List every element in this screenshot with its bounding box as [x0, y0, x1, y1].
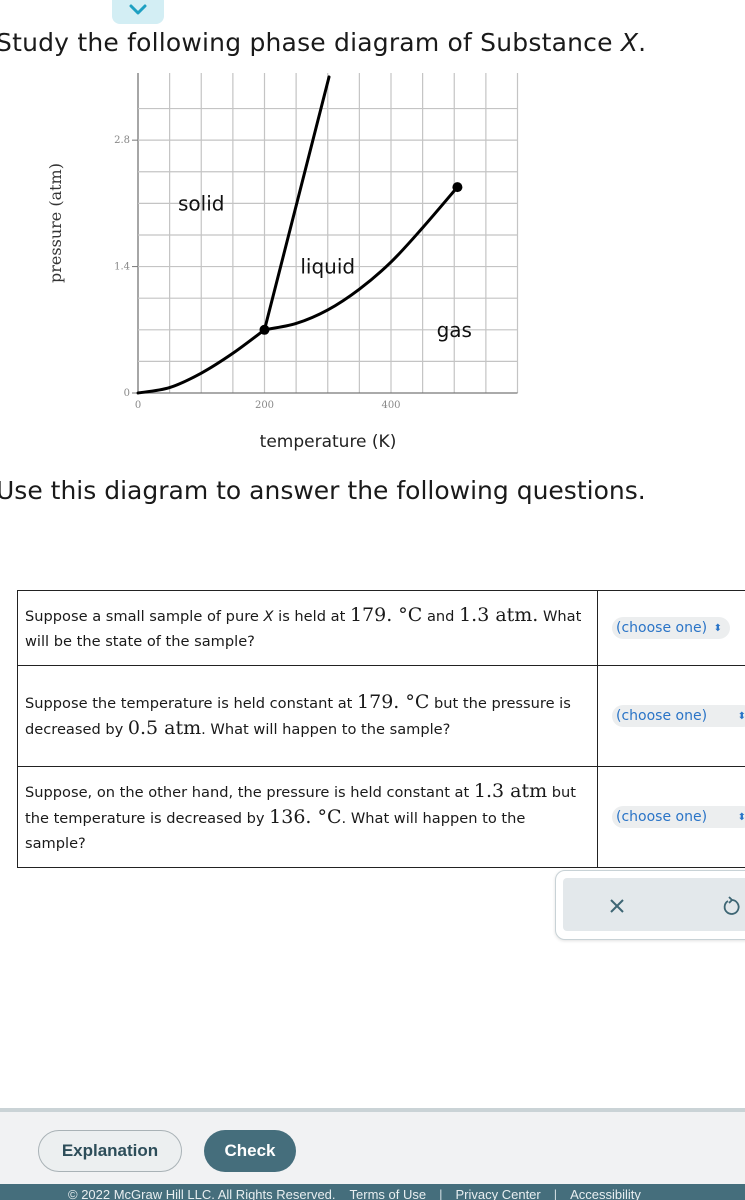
footer: © 2022 McGraw Hill LLC. All Rights Reser…	[0, 1184, 745, 1200]
answer-cell: (choose one) ⬍	[597, 590, 745, 666]
answer-select[interactable]: (choose one) ⬍	[612, 617, 730, 639]
up-down-arrows-icon: ⬍	[713, 622, 722, 634]
region-label-liquid: liquid	[300, 255, 355, 279]
grid	[132, 72, 519, 394]
y-tick-label: 2.8	[114, 135, 130, 146]
chevron-down-icon	[129, 4, 147, 15]
up-down-arrows-icon: ⬍	[737, 710, 745, 722]
separator: |	[553, 1187, 558, 1200]
terms-of-use-link[interactable]: Terms of Use	[350, 1184, 427, 1200]
privacy-center-link[interactable]: Privacy Center	[455, 1184, 540, 1200]
phase-diagram: 0 200 400 0 1.4 2.8 temperature (K) pressure (a…	[0, 70, 560, 460]
answer-select[interactable]: (choose one) ⬍	[612, 705, 745, 727]
x-tick-label: 0	[135, 400, 141, 411]
vaporization-curve	[263, 185, 459, 332]
region-label-solid: solid	[178, 191, 224, 215]
quantity-value: 179. °C	[357, 691, 430, 713]
answer-tools-panel	[563, 878, 745, 931]
undo-icon	[723, 896, 740, 915]
question-row: Suppose, on the other hand, the pressure…	[17, 766, 745, 868]
quantity-value: 1.3 atm	[473, 779, 548, 802]
question-text: Suppose the temperature is held constant…	[17, 665, 598, 767]
accessibility-link[interactable]: Accessibility	[570, 1184, 641, 1200]
question-fragment: X	[263, 607, 274, 625]
answer-cell: (choose one) ⬍	[597, 665, 745, 767]
triple-point-marker	[259, 324, 270, 335]
select-value: (choose one)	[616, 620, 708, 636]
collapse-toggle[interactable]	[112, 0, 164, 24]
question-text: Suppose, on the other hand, the pressure…	[17, 766, 598, 868]
question-fragment: is held at	[273, 607, 350, 625]
up-down-arrows-icon: ⬍	[737, 811, 745, 823]
check-button[interactable]: Check	[204, 1130, 296, 1172]
quantity-value: 136. °C	[269, 805, 342, 828]
region-label-gas: gas	[437, 318, 472, 342]
question-fragment: . What will happen to the sample?	[201, 721, 451, 738]
answer-tools	[555, 870, 745, 940]
quantity-value: 0.5 atm	[127, 717, 202, 739]
question-fragment: Suppose a small sample of pure	[25, 607, 264, 625]
quantity-value: 179. °C	[349, 603, 423, 626]
action-bar: Explanation Check	[0, 1108, 745, 1188]
labels: 0 200 400 0 1.4 2.8 temperature (K) pressure (a…	[46, 135, 472, 452]
undo-button[interactable]	[718, 892, 745, 920]
select-value: (choose one)	[616, 708, 708, 724]
question-fragment: and	[422, 607, 460, 625]
select-value: (choose one)	[616, 809, 708, 825]
question-fragment: Suppose the temperature is held constant…	[25, 695, 358, 712]
answer-select[interactable]: (choose one) ⬍	[612, 806, 745, 828]
answer-cell: (choose one) ⬍	[597, 766, 745, 868]
questions-table: Suppose a small sample of pure X is held…	[17, 590, 745, 868]
critical-point-marker	[452, 182, 463, 193]
x-icon	[610, 899, 624, 913]
question-row: Suppose a small sample of pure X is held…	[17, 590, 745, 666]
question-text: Suppose a small sample of pure X is held…	[17, 590, 598, 666]
y-axis-label: pressure (atm)	[46, 163, 65, 283]
separator: |	[439, 1187, 443, 1200]
x-tick-label: 200	[255, 400, 274, 411]
instruction-text: Use this diagram to answer the following…	[0, 476, 646, 505]
x-axis-label: temperature (K)	[260, 432, 397, 452]
intro-text: Study the following phase diagram of Sub…	[0, 28, 647, 57]
y-tick-label: 1.4	[114, 262, 130, 273]
copyright-text: © 2022 McGraw Hill LLC. All Rights Reser…	[68, 1187, 336, 1200]
special-points	[259, 182, 463, 335]
x-tick-label: 400	[381, 400, 400, 411]
y-tick-label: 0	[124, 388, 130, 399]
question-fragment: Suppose, on the other hand, the pressure…	[25, 783, 474, 801]
quantity-value: 1.3 atm.	[459, 603, 539, 626]
question-row: Suppose the temperature is held constant…	[17, 665, 745, 767]
explanation-button[interactable]: Explanation	[38, 1130, 182, 1172]
phase-diagram-svg: 0 200 400 0 1.4 2.8 temperature (K) pressure (a…	[46, 72, 519, 452]
clear-button[interactable]	[603, 892, 631, 920]
